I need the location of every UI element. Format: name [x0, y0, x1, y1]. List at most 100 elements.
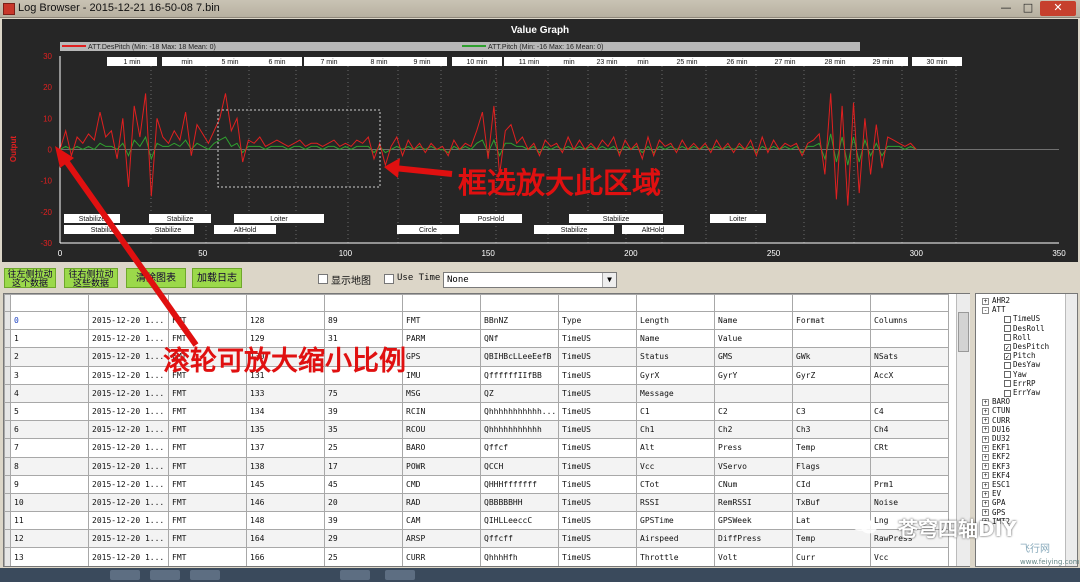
table-cell[interactable]: TimeUS — [558, 474, 637, 494]
table-cell[interactable]: 2015-12-20 1... — [88, 474, 169, 494]
taskbar-item[interactable] — [190, 570, 220, 580]
table-cell[interactable]: Name — [636, 329, 715, 349]
table-cell[interactable]: 35 — [324, 420, 403, 440]
tree-field[interactable]: ✓ DesPitch — [1004, 342, 1049, 351]
tree-field[interactable]: ErrYaw — [1004, 388, 1040, 397]
tree-field[interactable]: Roll — [1004, 333, 1031, 342]
table-row[interactable]: 3 2015-12-20 1... FMT 131 IMU QffffffIIfBB Tim… — [4, 365, 949, 385]
table-cell[interactable]: 2015-12-20 1... — [88, 456, 169, 476]
clear-graph-button[interactable]: 清除图表 — [126, 268, 186, 288]
table-cell[interactable]: 133 — [246, 383, 325, 403]
table-cell[interactable]: FMT — [168, 438, 247, 458]
tree-field[interactable]: TimeUS — [1004, 314, 1040, 323]
table-cell[interactable]: 2 — [10, 347, 89, 367]
zoom-right-button[interactable]: 往右侧拉动 这些数据 — [64, 268, 118, 288]
table-cell[interactable]: CRt — [870, 438, 949, 458]
table-cell[interactable]: QBIHBcLLeeEefB — [480, 347, 559, 367]
expand-icon[interactable]: + — [982, 463, 989, 471]
table-cell[interactable]: 0 — [10, 310, 89, 331]
tree-field[interactable]: DesRoll — [1004, 324, 1045, 333]
table-cell[interactable]: TimeUS — [558, 511, 637, 531]
table-cell[interactable] — [870, 294, 949, 312]
field-checkbox[interactable] — [1004, 325, 1011, 333]
table-cell[interactable]: 138 — [246, 456, 325, 476]
table-cell[interactable]: 6 — [10, 420, 89, 440]
table-cell[interactable]: 2015-12-20 1... — [88, 401, 169, 422]
table-cell[interactable]: 164 — [246, 529, 325, 549]
table-cell[interactable]: 3 — [10, 365, 89, 385]
tree-scrollbar[interactable] — [1065, 294, 1077, 566]
table-row[interactable]: 12 2015-12-20 1... FMT 164 29 ARSP Qffcff TimeU… — [4, 529, 949, 549]
tree-group[interactable]: + EKF2 — [982, 452, 1010, 461]
show-map-checkbox[interactable] — [318, 274, 328, 284]
tree-field[interactable]: DesYaw — [1004, 360, 1040, 369]
table-cell[interactable]: 2015-12-20 1... — [88, 511, 169, 531]
tree-group[interactable]: + EV — [982, 489, 1001, 498]
table-cell[interactable]: CAM — [402, 511, 481, 531]
table-cell[interactable]: 20 — [324, 492, 403, 513]
table-cell[interactable]: 29 — [324, 529, 403, 549]
table-cell[interactable]: Message — [636, 383, 715, 403]
table-cell[interactable]: 25 — [324, 438, 403, 458]
expand-icon[interactable]: + — [982, 297, 989, 305]
table-cell[interactable]: BARO — [402, 438, 481, 458]
table-cell[interactable]: 148 — [246, 511, 325, 531]
table-cell[interactable]: GyrX — [636, 365, 715, 385]
expand-icon[interactable]: + — [982, 499, 989, 507]
expand-icon[interactable]: + — [982, 490, 989, 498]
field-checkbox[interactable] — [1004, 334, 1011, 342]
table-header-row[interactable] — [4, 294, 949, 312]
table-cell[interactable]: 128 — [246, 310, 325, 331]
table-cell[interactable]: 146 — [246, 492, 325, 513]
table-cell[interactable] — [714, 294, 793, 312]
table-cell[interactable]: 2015-12-20 1... — [88, 329, 169, 349]
table-cell[interactable]: FMT — [168, 511, 247, 531]
expand-icon[interactable]: + — [982, 426, 989, 434]
table-cell[interactable]: FMT — [168, 420, 247, 440]
table-cell[interactable]: RCOU — [402, 420, 481, 440]
field-checkbox[interactable] — [1004, 371, 1011, 379]
table-cell[interactable] — [792, 329, 871, 349]
table-cell[interactable] — [792, 294, 871, 312]
load-log-button[interactable]: 加载日志 — [192, 268, 242, 288]
tree-group[interactable]: + DU16 — [982, 425, 1010, 434]
table-row[interactable]: 10 2015-12-20 1... FMT 146 20 RAD QBBBBBHH Time… — [4, 492, 949, 513]
expand-icon[interactable]: + — [982, 435, 989, 443]
table-cell[interactable] — [870, 456, 949, 476]
table-cell[interactable]: RAD — [402, 492, 481, 513]
table-cell[interactable] — [88, 294, 169, 312]
table-cell[interactable]: RemRSSI — [714, 492, 793, 513]
table-cell[interactable]: QhhhHfh — [480, 547, 559, 566]
table-cell[interactable]: 145 — [246, 474, 325, 494]
table-row[interactable]: 0 2015-12-20 1... FMT 128 89 FMT BBnNZ Type Leng… — [4, 310, 949, 331]
table-row[interactable]: 2 2015-12-20 1... FMT 130 GPS QBIHBcLLeeEefB T… — [4, 347, 949, 367]
table-cell[interactable]: RSSI — [636, 492, 715, 513]
table-cell[interactable]: TxBuf — [792, 492, 871, 513]
table-cell[interactable]: TimeUS — [558, 420, 637, 440]
expand-icon[interactable]: + — [982, 481, 989, 489]
table-cell[interactable]: BBnNZ — [480, 310, 559, 331]
table-cell[interactable]: 137 — [246, 438, 325, 458]
log-data-table[interactable]: 0 2015-12-20 1... FMT 128 89 FMT BBnNZ Type Leng… — [3, 293, 970, 567]
field-checkbox[interactable] — [1004, 315, 1011, 323]
table-cell[interactable]: TimeUS — [558, 438, 637, 458]
table-cell[interactable]: QNf — [480, 329, 559, 349]
table-cell[interactable]: 2015-12-20 1... — [88, 310, 169, 331]
table-row[interactable]: 5 2015-12-20 1... FMT 134 39 RCIN Qhhhhhhhhhhh… — [4, 401, 949, 422]
table-cell[interactable]: GPSWeek — [714, 511, 793, 531]
table-cell[interactable]: Qhhhhhhhhhhh — [480, 420, 559, 440]
table-cell[interactable]: Qffcf — [480, 438, 559, 458]
table-cell[interactable]: TimeUS — [558, 347, 637, 367]
table-cell[interactable]: 17 — [324, 456, 403, 476]
table-row[interactable]: 6 2015-12-20 1... FMT 135 35 RCOU Qhhhhhhhhhhh… — [4, 420, 949, 440]
table-cell[interactable]: Prm1 — [870, 474, 949, 494]
table-cell[interactable]: Throttle — [636, 547, 715, 566]
table-cell[interactable]: Alt — [636, 438, 715, 458]
table-cell[interactable] — [870, 329, 949, 349]
table-cell[interactable]: VServo — [714, 456, 793, 476]
table-row[interactable]: 8 2015-12-20 1... FMT 138 17 POWR QCCH TimeUS Vc… — [4, 456, 949, 476]
expand-icon[interactable]: + — [982, 453, 989, 461]
table-cell[interactable]: FMT — [168, 401, 247, 422]
table-cell[interactable]: 5 — [10, 401, 89, 422]
table-cell[interactable]: FMT — [168, 383, 247, 403]
